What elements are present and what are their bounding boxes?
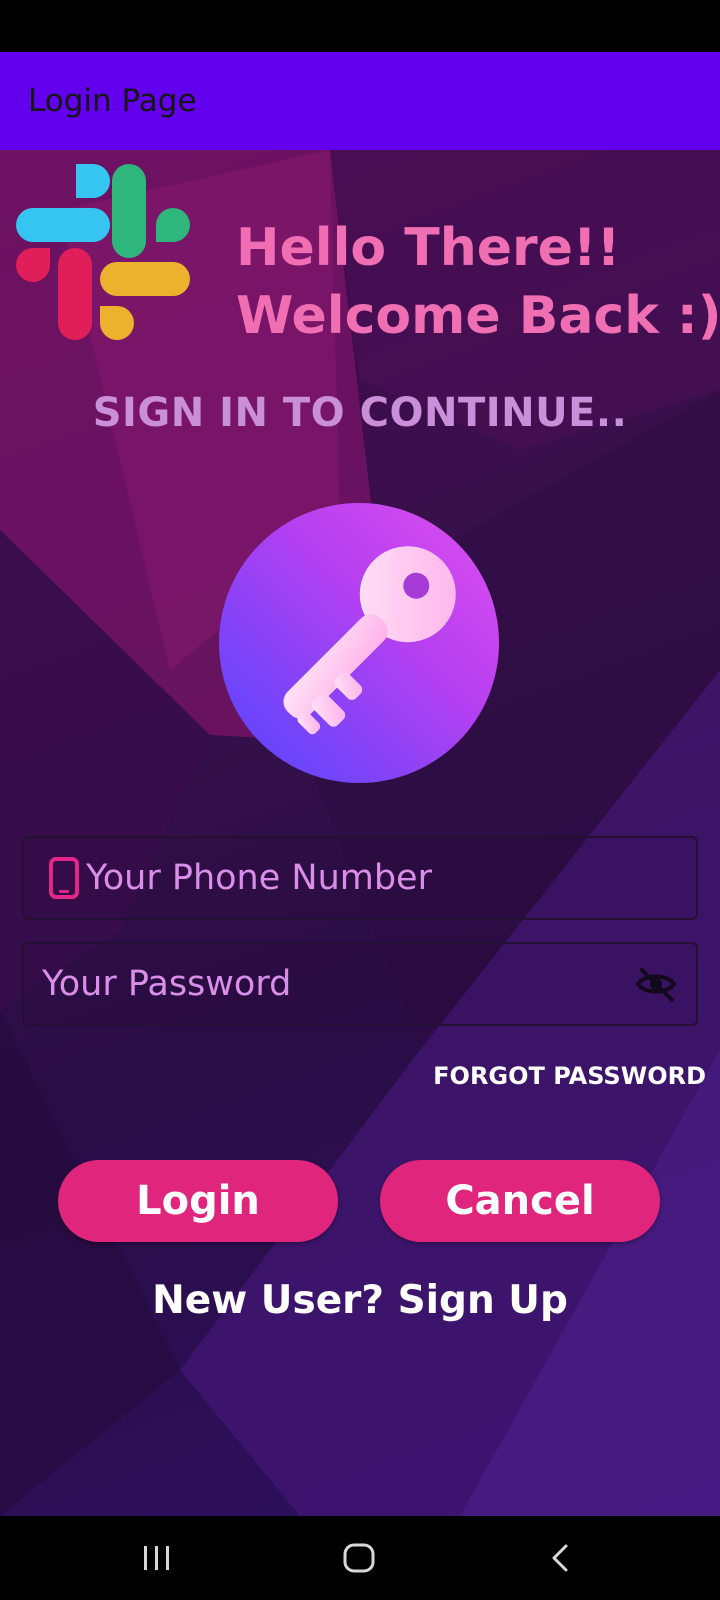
greeting-text: Hello There!! Welcome Back :) bbox=[236, 214, 720, 350]
password-field[interactable] bbox=[22, 942, 698, 1026]
greeting-line-2: Welcome Back :) bbox=[236, 286, 720, 346]
app-bar: Login Page bbox=[0, 52, 720, 150]
password-input[interactable] bbox=[42, 964, 634, 1004]
sign-in-subtitle: SIGN IN TO CONTINUE.. bbox=[92, 390, 628, 436]
phone-icon bbox=[49, 857, 79, 899]
navigation-bar bbox=[0, 1516, 720, 1600]
cancel-button[interactable]: Cancel bbox=[380, 1160, 660, 1242]
sign-up-link[interactable]: New User? Sign Up bbox=[0, 1278, 720, 1323]
greeting-line-1: Hello There!! bbox=[236, 218, 621, 278]
status-bar bbox=[0, 0, 720, 52]
key-icon bbox=[219, 503, 499, 783]
login-button[interactable]: Login bbox=[58, 1160, 338, 1242]
home-icon[interactable] bbox=[339, 1538, 379, 1578]
back-icon[interactable] bbox=[542, 1538, 582, 1578]
slack-logo-icon bbox=[16, 164, 190, 340]
phone-number-field[interactable] bbox=[22, 836, 698, 920]
phone-number-input[interactable] bbox=[86, 858, 696, 898]
app-bar-title: Login Page bbox=[28, 83, 197, 119]
recents-icon[interactable] bbox=[137, 1538, 177, 1578]
eye-off-icon[interactable] bbox=[634, 962, 678, 1006]
forgot-password-link[interactable]: FORGOT PASSWORD bbox=[433, 1062, 706, 1090]
login-screen: Hello There!! Welcome Back :) SIGN IN TO… bbox=[0, 150, 720, 1516]
